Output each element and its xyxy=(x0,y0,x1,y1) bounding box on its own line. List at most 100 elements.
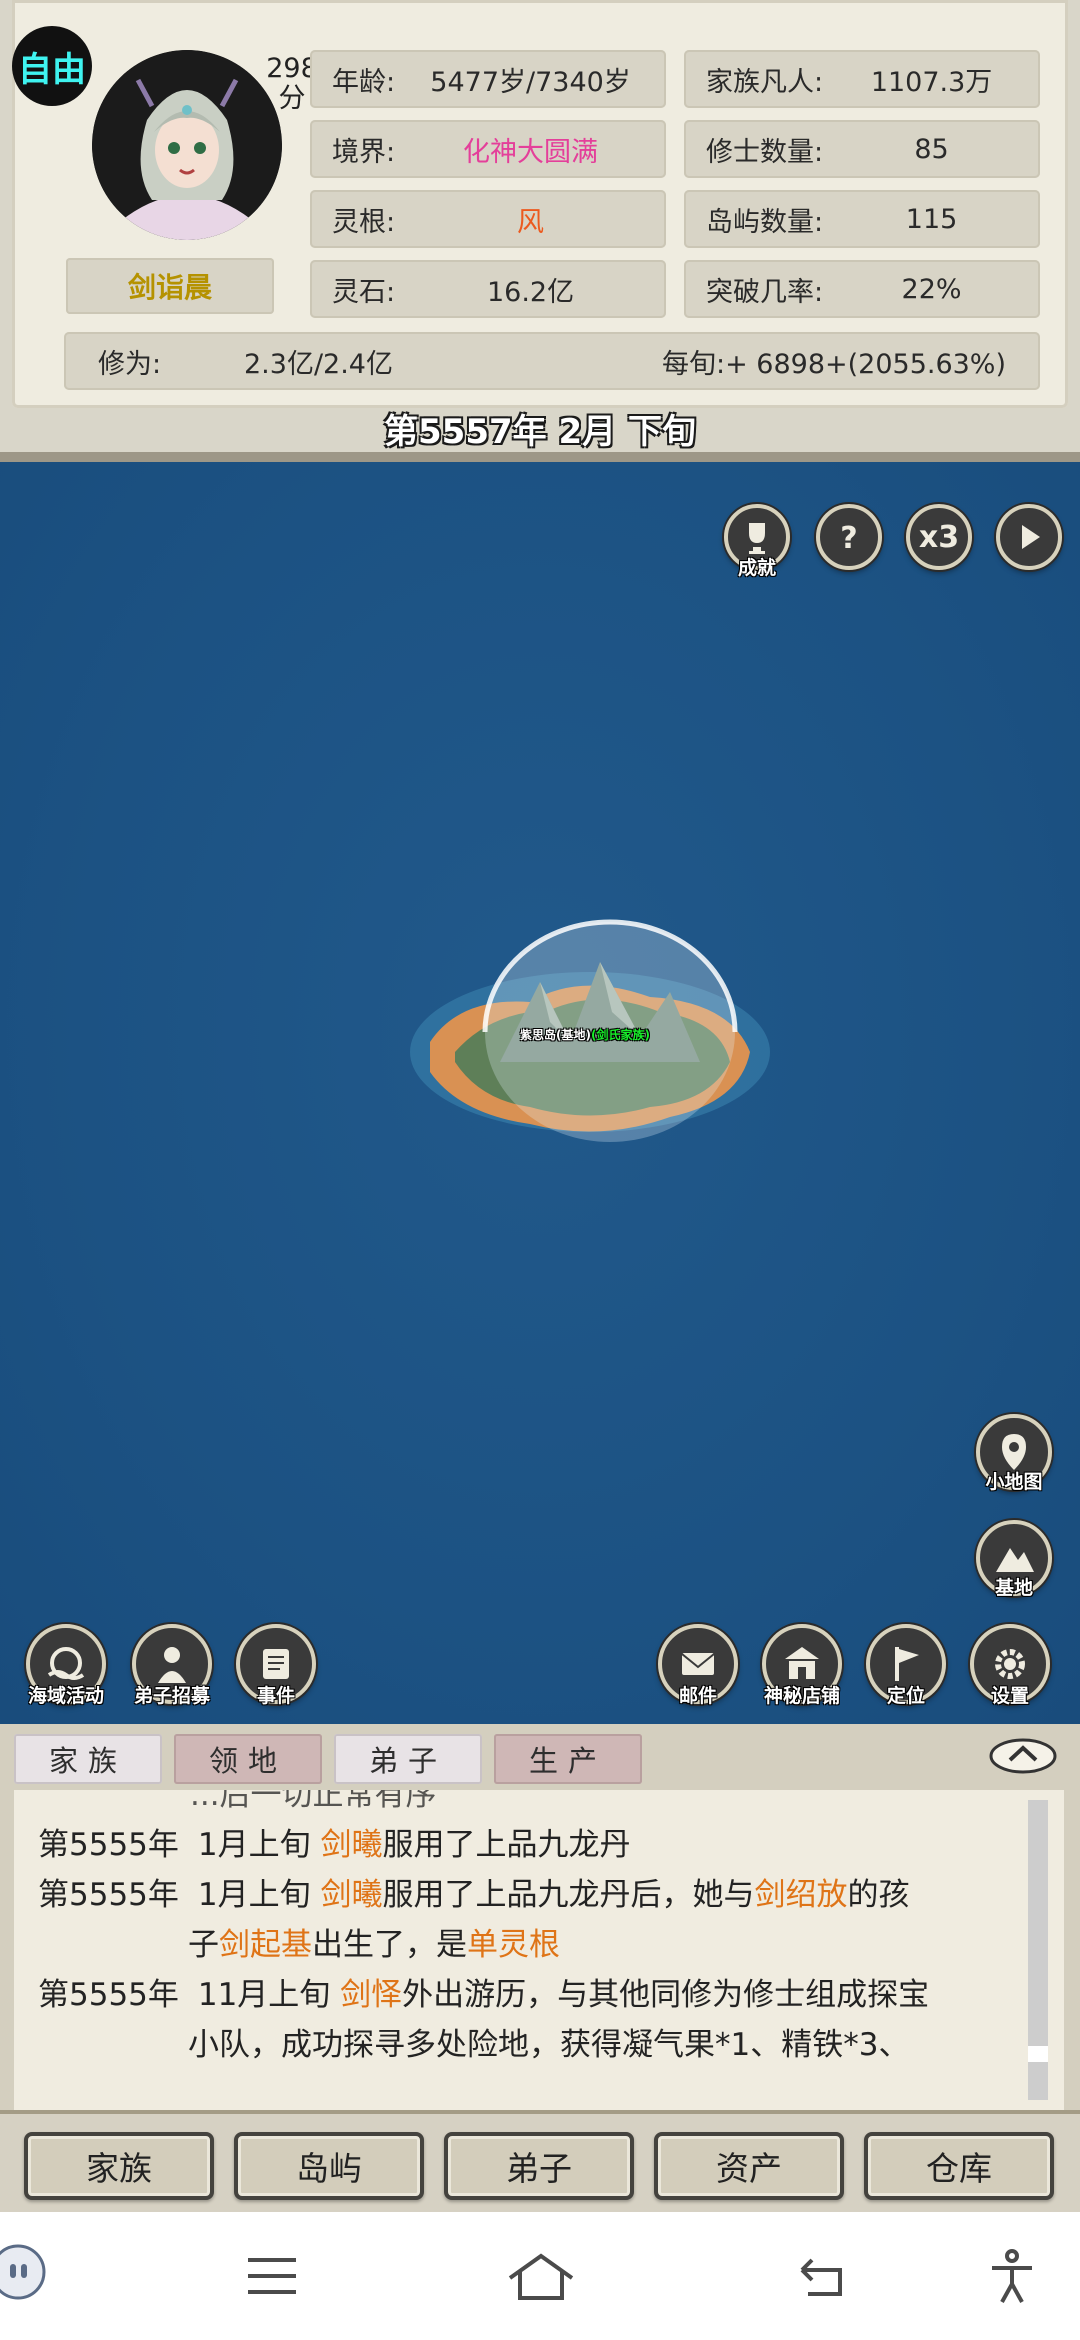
status-panel-inner: 298 分 剑诣晨 年龄: 5477岁/7340岁 境界: 化神大圆满 灵根: … xyxy=(12,0,1068,408)
breakthrough-value: 22% xyxy=(901,273,962,305)
sea-activity-button[interactable]: 海域活动 xyxy=(26,1624,106,1707)
log-year: 第5555年 xyxy=(38,1977,179,2013)
log-text: 外出游历，与其他同修为修士组成探宝 xyxy=(402,1977,930,2013)
play-icon xyxy=(1022,525,1040,549)
mortals-value: 1107.3万 xyxy=(870,66,993,98)
log-list[interactable]: ...后一切正常有序 第5555年 1月上旬 剑曦服用了上品九龙丹 第5555年… xyxy=(14,1790,1064,2110)
log-text: 子 xyxy=(188,1927,219,1963)
status-panel: 298 分 剑诣晨 年龄: 5477岁/7340岁 境界: 化神大圆满 灵根: … xyxy=(0,0,1080,462)
collapse-log-icon[interactable] xyxy=(988,1734,1058,1778)
accessibility-icon[interactable] xyxy=(984,2248,1040,2304)
log-character-name[interactable]: 剑绍放 xyxy=(754,1877,847,1913)
log-period: 1月上旬 xyxy=(197,1827,311,1863)
per-period-gain: 每旬:+ 6898+(2055.63%) xyxy=(661,348,1006,380)
log-tab-family[interactable]: 家族 xyxy=(14,1734,162,1784)
log-tab-disciples[interactable]: 弟子 xyxy=(334,1734,482,1784)
log-character-name[interactable]: 剑曦 xyxy=(320,1827,382,1863)
log-entry-partial: ...后一切正常有序 xyxy=(190,1790,437,1813)
recruit-button[interactable]: 弟子招募 xyxy=(132,1624,212,1707)
events-button[interactable]: 事件 xyxy=(236,1624,316,1707)
game-date: 第5557年 2月 下旬 xyxy=(384,412,696,452)
spirit-stones-value: 16.2亿 xyxy=(486,276,575,308)
nav-assets-button[interactable]: 资产 xyxy=(654,2132,844,2200)
islands-value: 115 xyxy=(905,203,958,235)
log-entry: 第5555年 11月上旬 剑怿外出游历，与其他同修为修士组成探宝 xyxy=(38,1970,1028,2020)
log-entry-continued: 小队，成功探寻多处险地，获得凝气果*1、精铁*3、 xyxy=(188,2027,910,2063)
mail-button[interactable]: 邮件 xyxy=(658,1624,738,1707)
speed-label: x3 xyxy=(918,519,960,555)
log-character-name[interactable]: 剑曦 xyxy=(320,1877,382,1913)
cultivation-bar: 修为: 2.3亿/2.4亿 每旬:+ 6898+(2055.63%) xyxy=(64,332,1040,390)
spirit-root-value: 风 xyxy=(517,206,545,238)
settings-button[interactable]: 设置 xyxy=(970,1624,1050,1707)
log-tab-production[interactable]: 生产 xyxy=(494,1734,642,1784)
locate-button[interactable]: 定位 xyxy=(866,1624,946,1707)
svg-text:?: ? xyxy=(840,521,857,556)
log-character-name[interactable]: 剑怿 xyxy=(340,1977,402,2013)
menu-icon[interactable] xyxy=(244,2248,300,2304)
base-button[interactable]: 基地 xyxy=(976,1520,1052,1599)
log-entry: 第5555年 1月上旬 剑曦服用了上品九龙丹 xyxy=(38,1820,1028,1870)
player-avatar[interactable] xyxy=(92,50,282,240)
main-nav-bar: 家族 岛屿 弟子 资产 仓库 xyxy=(0,2110,1080,2212)
log-text: 的孩 xyxy=(847,1877,910,1913)
cultivators-stat: 修士数量: 85 xyxy=(684,120,1040,178)
trophy-icon xyxy=(749,523,765,554)
age-label: 年龄: xyxy=(332,66,396,98)
mystery-shop-button[interactable]: 神秘店铺 xyxy=(762,1624,842,1707)
spirit-stones-stat: 灵石: 16.2亿 xyxy=(310,260,666,318)
achievement-button[interactable]: 成就 xyxy=(724,504,790,579)
log-spirit-root: 单灵根 xyxy=(467,1927,560,1963)
nav-disciples-button[interactable]: 弟子 xyxy=(444,2132,634,2200)
nav-islands-button[interactable]: 岛屿 xyxy=(234,2132,424,2200)
spirit-root-label: 灵根: xyxy=(332,206,396,238)
help-button[interactable]: ? xyxy=(816,504,882,570)
system-navigation-bar xyxy=(0,2212,1080,2340)
mortals-label: 家族凡人: xyxy=(706,66,824,98)
floating-assistant-icon[interactable] xyxy=(0,2240,56,2304)
play-button[interactable] xyxy=(996,504,1062,570)
breakthrough-label: 突破几率: xyxy=(706,276,824,308)
log-tab-territory[interactable]: 领地 xyxy=(174,1734,322,1784)
free-mode-badge[interactable]: 自由 xyxy=(12,26,92,106)
events-label: 事件 xyxy=(256,1685,295,1707)
nav-family-button[interactable]: 家族 xyxy=(24,2132,214,2200)
islands-label: 岛屿数量: xyxy=(706,206,824,238)
minimap-label: 小地图 xyxy=(985,1471,1043,1493)
log-entry-continued: 子剑起基出生了，是单灵根 xyxy=(188,1920,1064,1970)
home-icon[interactable] xyxy=(506,2248,576,2304)
age-value: 5477岁/7340岁 xyxy=(430,66,631,98)
settings-label: 设置 xyxy=(990,1685,1029,1707)
home-island[interactable]: 紫思岛(基地)(剑氏家族) xyxy=(400,902,780,1162)
log-entry: 第5555年 1月上旬 剑曦服用了上品九龙丹后，她与剑绍放的孩 xyxy=(38,1870,1028,1920)
island-owner: (剑氏家族) xyxy=(590,1028,650,1042)
question-icon: ? xyxy=(840,521,857,556)
log-year: 第5555年 xyxy=(38,1827,179,1863)
sea-map[interactable]: 成就 ? x3 紫思岛(基地)(剑氏家族) 小地图 基地 海域活动 弟子招募 事… xyxy=(0,462,1080,1724)
minimap-button[interactable]: 小地图 xyxy=(976,1414,1052,1493)
log-period: 1月上旬 xyxy=(197,1877,311,1913)
age-stat: 年龄: 5477岁/7340岁 xyxy=(310,50,666,108)
cultivators-label: 修士数量: xyxy=(706,136,824,168)
cultivation-label: 修为: xyxy=(98,348,162,380)
speed-button[interactable]: x3 xyxy=(906,504,972,570)
log-scroll-thumb[interactable] xyxy=(1028,2046,1048,2062)
log-character-name[interactable]: 剑起基 xyxy=(219,1927,312,1963)
mystery-shop-label: 神秘店铺 xyxy=(763,1685,840,1707)
islands-stat: 岛屿数量: 115 xyxy=(684,190,1040,248)
log-year: 第5555年 xyxy=(38,1877,179,1913)
recruit-label: 弟子招募 xyxy=(133,1685,210,1707)
log-text: 出生了，是 xyxy=(312,1927,467,1963)
player-name: 剑诣晨 xyxy=(66,258,274,314)
log-scrollbar[interactable] xyxy=(1028,1800,1048,2100)
island-label: 紫思岛(基地)(剑氏家族) xyxy=(520,1026,650,1043)
realm-label: 境界: xyxy=(332,136,396,168)
achievement-label: 成就 xyxy=(737,557,776,579)
spirit-root-stat: 灵根: 风 xyxy=(310,190,666,248)
mortals-stat: 家族凡人: 1107.3万 xyxy=(684,50,1040,108)
sea-activity-label: 海域活动 xyxy=(27,1685,104,1707)
back-icon[interactable] xyxy=(794,2248,850,2304)
log-text: 服用了上品九龙丹后，她与 xyxy=(382,1877,755,1913)
nav-warehouse-button[interactable]: 仓库 xyxy=(864,2132,1054,2200)
log-period: 11月上旬 xyxy=(197,1977,331,2013)
